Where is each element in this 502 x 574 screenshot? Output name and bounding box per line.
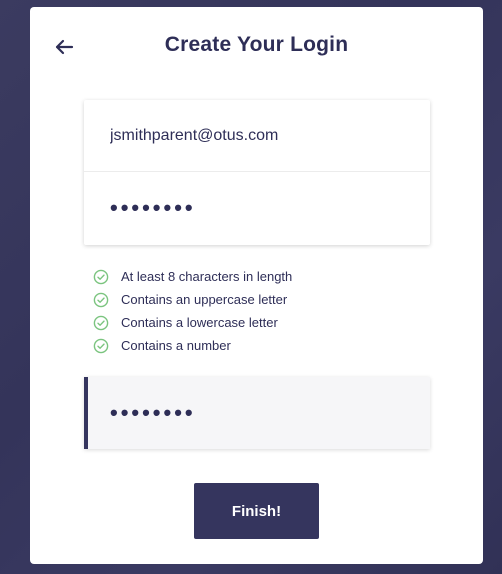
email-field[interactable] [84,100,430,172]
login-card: Create Your Login At least 8 characters … [30,7,483,564]
requirement-item: At least 8 characters in length [93,265,413,288]
requirement-label: Contains a number [121,338,231,353]
check-circle-icon [93,315,109,330]
check-circle-icon [93,338,109,353]
credentials-box [84,100,430,245]
password-field-container [84,172,430,244]
check-circle-icon [93,292,109,307]
confirm-password-container [84,377,430,449]
email-field-container [84,100,430,172]
confirm-password-field[interactable] [88,377,430,449]
requirement-label: Contains an uppercase letter [121,292,288,307]
requirement-item: Contains a lowercase letter [93,311,413,334]
password-field[interactable] [84,172,430,244]
page-title: Create Your Login [164,33,349,56]
finish-button[interactable]: Finish! [194,483,319,539]
requirement-label: Contains a lowercase letter [121,315,278,330]
password-requirements: At least 8 characters in length Contains… [93,265,413,357]
requirement-item: Contains a number [93,334,413,357]
requirement-label: At least 8 characters in length [121,269,293,284]
check-circle-icon [93,269,109,284]
requirement-item: Contains an uppercase letter [93,288,413,311]
